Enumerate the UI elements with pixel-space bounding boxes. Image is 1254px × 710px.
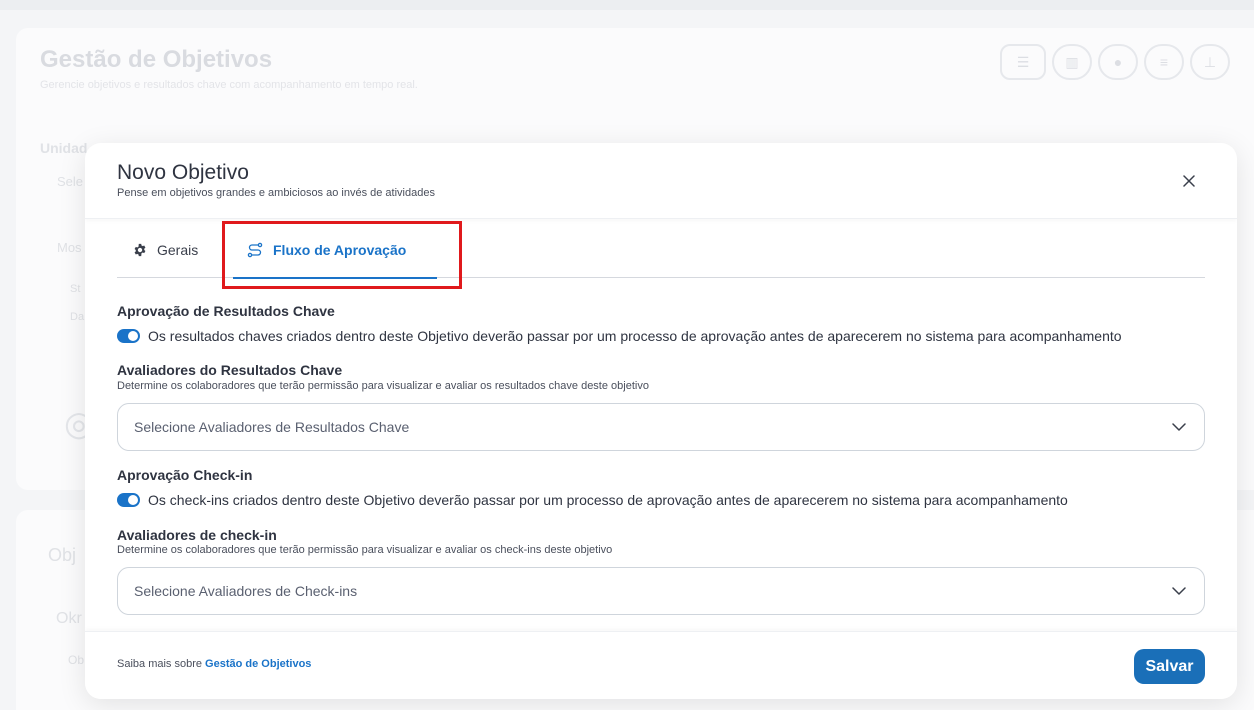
footer-text-prefix: Saiba mais sobre — [117, 658, 206, 670]
kr-reviewers-placeholder: Selecione Avaliadores de Resultados Chav… — [134, 419, 410, 435]
background-page-subtitle: Gerencie objetivos e resultados chave co… — [40, 79, 418, 91]
hierarchy-icon: ⊥ — [1190, 44, 1230, 80]
background-fragment-st: St — [70, 283, 81, 295]
background-select-fragment: Sele — [57, 174, 84, 189]
gear-icon — [134, 243, 146, 256]
kr-approval-label: Aprovação de Resultados Chave — [117, 303, 335, 319]
list-icon: ☰ — [1000, 44, 1046, 80]
kr-approval-toggle[interactable] — [117, 329, 140, 343]
checkin-reviewers-select[interactable]: Selecione Avaliadores de Check-ins — [117, 567, 1205, 615]
background-fragment-obj: Obj — [48, 545, 77, 565]
flow-icon — [247, 242, 263, 257]
background-page-title: Gestão de Objetivos — [40, 46, 273, 73]
kr-reviewers-label: Avaliadores do Resultados Chave — [117, 362, 343, 378]
background-fragment-ob: Ob — [68, 653, 85, 667]
tab-fluxo-de-aprovacao[interactable]: Fluxo de Aprovação — [233, 221, 437, 279]
checkin-reviewers-helper: Determine os colaboradores que terão per… — [117, 544, 613, 556]
list-alt-icon: ≡ — [1144, 44, 1184, 80]
checkin-approval-toggle[interactable] — [117, 493, 140, 507]
info-icon: ● — [1098, 44, 1138, 80]
checkin-approval-toggle-text: Os check-ins criados dentro deste Objeti… — [148, 492, 1068, 508]
active-tab-underline — [233, 277, 437, 279]
modal-header: Novo Objetivo Pense em objetivos grandes… — [85, 143, 1237, 219]
close-icon — [1183, 175, 1195, 187]
modal-subtitle: Pense em objetivos grandes e ambiciosos … — [117, 187, 435, 199]
tab-bar: Gerais Fluxo de Aprovação — [117, 221, 1205, 279]
kr-approval-toggle-text: Os resultados chaves criados dentro dest… — [148, 328, 1122, 344]
toggle-knob — [128, 495, 138, 505]
modal-footer: Saiba mais sobre Gestão de Objetivos Sal… — [85, 631, 1237, 699]
kr-reviewers-helper: Determine os colaboradores que terão per… — [117, 380, 649, 392]
chevron-down-icon — [1172, 587, 1186, 595]
trash-icon: ▥ — [1052, 44, 1092, 80]
tab-gerais-label: Gerais — [157, 241, 199, 258]
new-objective-modal: Novo Objetivo Pense em objetivos grandes… — [85, 143, 1237, 699]
tab-fluxo-label: Fluxo de Aprovação — [273, 241, 407, 258]
footer-help-text: Saiba mais sobre Gestão de Objetivos — [117, 658, 311, 670]
footer-help-link[interactable]: Gestão de Objetivos — [205, 658, 311, 670]
chevron-down-icon — [1172, 423, 1186, 431]
background-fragment-da: Da — [70, 311, 85, 323]
top-bar — [0, 0, 1254, 10]
tab-gerais[interactable]: Gerais — [133, 221, 198, 278]
toggle-knob — [128, 331, 138, 341]
checkin-reviewers-label: Avaliadores de check-in — [117, 527, 277, 543]
background-label-unidade: Unidad — [40, 140, 88, 156]
background-fragment-okr: Okr — [56, 610, 82, 627]
background-toolbar: ☰ ▥ ● ≡ ⊥ — [1000, 44, 1230, 80]
modal-title: Novo Objetivo — [117, 161, 249, 184]
checkin-approval-label: Aprovação Check-in — [117, 467, 253, 483]
save-button[interactable]: Salvar — [1134, 649, 1205, 684]
kr-reviewers-select[interactable]: Selecione Avaliadores de Resultados Chav… — [117, 403, 1205, 451]
close-button[interactable] — [1179, 171, 1199, 191]
background-fragment-mos: Mos — [57, 240, 82, 255]
checkin-approval-toggle-row: Os check-ins criados dentro deste Objeti… — [117, 492, 1068, 508]
checkin-reviewers-placeholder: Selecione Avaliadores de Check-ins — [134, 583, 358, 599]
kr-approval-toggle-row: Os resultados chaves criados dentro dest… — [117, 328, 1122, 344]
